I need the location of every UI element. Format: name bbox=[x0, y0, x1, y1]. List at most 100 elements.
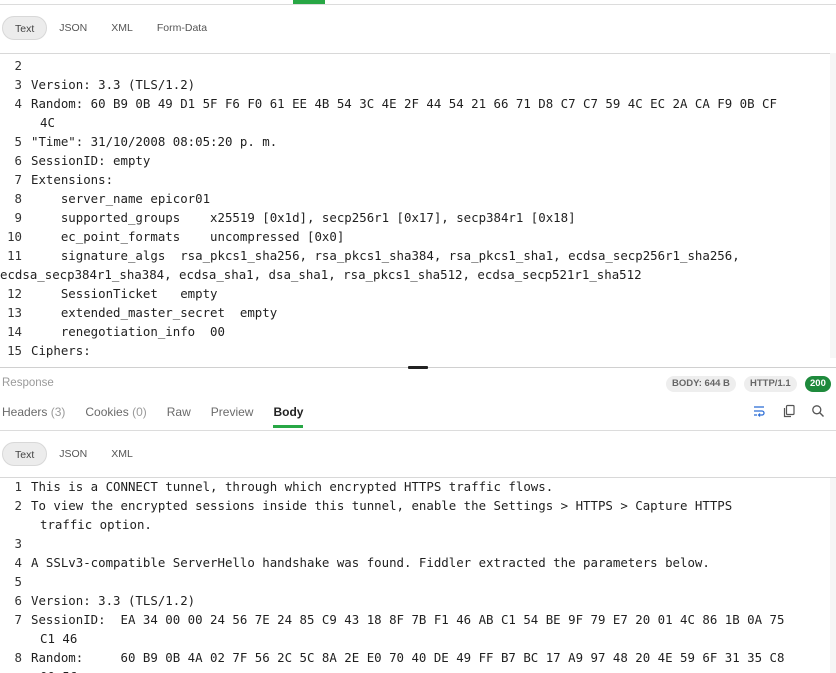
copy-icon[interactable] bbox=[782, 404, 796, 418]
line-text: ec_point_formats uncompressed [0x0] bbox=[31, 229, 345, 244]
code-line: 11 signature_algs rsa_pkcs1_sha256, rsa_… bbox=[0, 246, 836, 265]
code-line: 5 "Time": 31/10/2008 08:05:20 p. m. bbox=[0, 132, 836, 151]
line-text: extended_master_secret empty bbox=[31, 305, 278, 320]
request-tab-json[interactable]: JSON bbox=[47, 16, 99, 40]
request-format-tabs: Text JSON XML Form-Data bbox=[0, 15, 219, 41]
request-scrollbar[interactable] bbox=[830, 53, 836, 358]
line-text-wrapped: 4C bbox=[40, 115, 55, 130]
line-number: 8 bbox=[14, 650, 22, 665]
code-line: 10 ec_point_formats uncompressed [0x0] bbox=[0, 227, 836, 246]
tab-preview[interactable]: Preview bbox=[211, 402, 254, 428]
code-line: 5 bbox=[0, 572, 836, 591]
line-number: 14 bbox=[7, 324, 22, 339]
search-icon[interactable] bbox=[811, 404, 825, 418]
line-text: A SSLv3-compatible ServerHello handshake… bbox=[31, 555, 710, 570]
line-number: 13 bbox=[7, 305, 22, 320]
line-number: 8 bbox=[14, 191, 22, 206]
line-text-wrapped: 00 56 bbox=[0, 667, 836, 673]
line-number: 4 bbox=[14, 555, 22, 570]
tab-label: Body bbox=[273, 405, 304, 419]
response-format-tabs: Text JSON XML bbox=[0, 441, 145, 467]
line-text: SessionID: EA 34 00 00 24 56 7E 24 85 C9… bbox=[31, 612, 785, 627]
code-line: 12 SessionTicket empty bbox=[0, 284, 836, 303]
line-number: 3 bbox=[14, 77, 22, 92]
code-line: 3 Version: 3.3 (TLS/1.2) bbox=[0, 75, 836, 94]
line-text: supported_groups x25519 [0x1d], secp256r… bbox=[31, 210, 576, 225]
code-line: 6 SessionID: empty bbox=[0, 151, 836, 170]
tab-cookies[interactable]: Cookies (0) bbox=[85, 402, 146, 428]
divider bbox=[0, 53, 836, 54]
splitter-handle[interactable] bbox=[408, 366, 428, 369]
line-text-wrapped: traffic option. bbox=[40, 517, 152, 532]
line-text: signature_algs rsa_pkcs1_sha256, rsa_pkc… bbox=[31, 248, 740, 263]
line-text: Random: 60 B9 0B 49 D1 5F F6 F0 61 EE 4B… bbox=[31, 96, 777, 111]
code-line: 15 Ciphers: bbox=[0, 341, 836, 360]
line-text: "Time": 31/10/2008 08:05:20 p. m. bbox=[31, 134, 278, 149]
response-tabs: Headers (3) Cookies (0) Raw Preview Body bbox=[2, 402, 323, 430]
line-number: 6 bbox=[14, 593, 22, 608]
divider bbox=[0, 430, 836, 431]
line-text: Ciphers: bbox=[31, 343, 91, 358]
code-line: 6 Version: 3.3 (TLS/1.2) bbox=[0, 591, 836, 610]
tab-label: Cookies bbox=[85, 405, 129, 419]
request-tab-form-data[interactable]: Form-Data bbox=[145, 16, 219, 40]
line-number: 5 bbox=[14, 574, 22, 589]
line-number: 12 bbox=[7, 286, 22, 301]
line-text: SessionID: empty bbox=[31, 153, 151, 168]
line-number: 11 bbox=[7, 248, 22, 263]
tab-headers[interactable]: Headers (3) bbox=[2, 402, 65, 428]
line-number: 1 bbox=[14, 479, 22, 494]
response-tab-xml[interactable]: XML bbox=[99, 442, 145, 466]
line-text: Extensions: bbox=[31, 172, 114, 187]
response-scrollbar[interactable] bbox=[830, 478, 836, 673]
line-text: Version: 3.3 (TLS/1.2) bbox=[31, 593, 196, 608]
line-number: 7 bbox=[14, 612, 22, 627]
response-body-editor[interactable]: 1 This is a CONNECT tunnel, through which… bbox=[0, 477, 836, 673]
line-text: server_name epicor01 bbox=[31, 191, 211, 206]
line-text: To view the encrypted sessions inside th… bbox=[31, 498, 733, 513]
tab-label: Raw bbox=[166, 405, 191, 419]
line-number: 15 bbox=[7, 343, 22, 358]
code-line: 9 supported_groups x25519 [0x1d], secp25… bbox=[0, 208, 836, 227]
code-line: 3 bbox=[0, 534, 836, 553]
status-badge: 200 bbox=[805, 376, 831, 392]
line-text: SessionTicket empty bbox=[31, 286, 218, 301]
tab-count: (0) bbox=[132, 405, 147, 419]
request-body-editor[interactable]: 2 3 Version: 3.3 (TLS/1.2) 4 Random: 60 B9 0… bbox=[0, 56, 836, 360]
divider bbox=[0, 4, 836, 5]
tab-count: (3) bbox=[50, 405, 66, 419]
tab-label: Preview bbox=[210, 405, 254, 419]
code-line: 13 extended_master_secret empty bbox=[0, 303, 836, 322]
line-text: renegotiation_info 00 bbox=[31, 324, 225, 339]
line-number: 9 bbox=[14, 210, 22, 225]
line-number: 3 bbox=[14, 536, 22, 551]
response-title: Response bbox=[2, 377, 54, 389]
line-number: 6 bbox=[14, 153, 22, 168]
line-text: Random: 60 B9 0B 4A 02 7F 56 2C 5C 8A 2E… bbox=[31, 650, 785, 665]
response-tab-text[interactable]: Text bbox=[2, 442, 48, 466]
code-line: 7 Extensions: bbox=[0, 170, 836, 189]
line-number: 10 bbox=[7, 229, 22, 244]
code-line: 1 This is a CONNECT tunnel, through which… bbox=[0, 477, 836, 496]
wrap-lines-icon[interactable] bbox=[752, 404, 766, 418]
line-number: 5 bbox=[14, 134, 22, 149]
http-version-badge: HTTP/1.1 bbox=[744, 376, 797, 392]
request-tab-xml[interactable]: XML bbox=[99, 16, 145, 40]
body-size-badge: BODY: 644 B bbox=[666, 376, 736, 392]
line-text: Version: 3.3 (TLS/1.2) bbox=[31, 77, 196, 92]
tab-raw[interactable]: Raw bbox=[167, 402, 191, 428]
response-tab-json[interactable]: JSON bbox=[47, 442, 99, 466]
line-number: 2 bbox=[14, 58, 22, 73]
code-line: 2 bbox=[0, 56, 836, 75]
line-text-wrapped: C1 46 bbox=[40, 631, 78, 646]
line-number: 2 bbox=[14, 498, 22, 513]
request-tab-text[interactable]: Text bbox=[2, 16, 48, 40]
code-line: 2 To view the encrypted sessions inside t… bbox=[0, 496, 836, 515]
code-line: 8 server_name epicor01 bbox=[0, 189, 836, 208]
line-text-wrapped: ecdsa_secp384r1_sha384, ecdsa_sha1, dsa_… bbox=[0, 267, 642, 282]
code-line: 4 A SSLv3-compatible ServerHello handshak… bbox=[0, 553, 836, 572]
line-number: 4 bbox=[14, 96, 22, 111]
tab-body[interactable]: Body bbox=[273, 402, 304, 428]
code-line: 7 SessionID: EA 34 00 00 24 56 7E 24 85 C… bbox=[0, 610, 836, 629]
tab-label: Headers bbox=[2, 405, 48, 419]
